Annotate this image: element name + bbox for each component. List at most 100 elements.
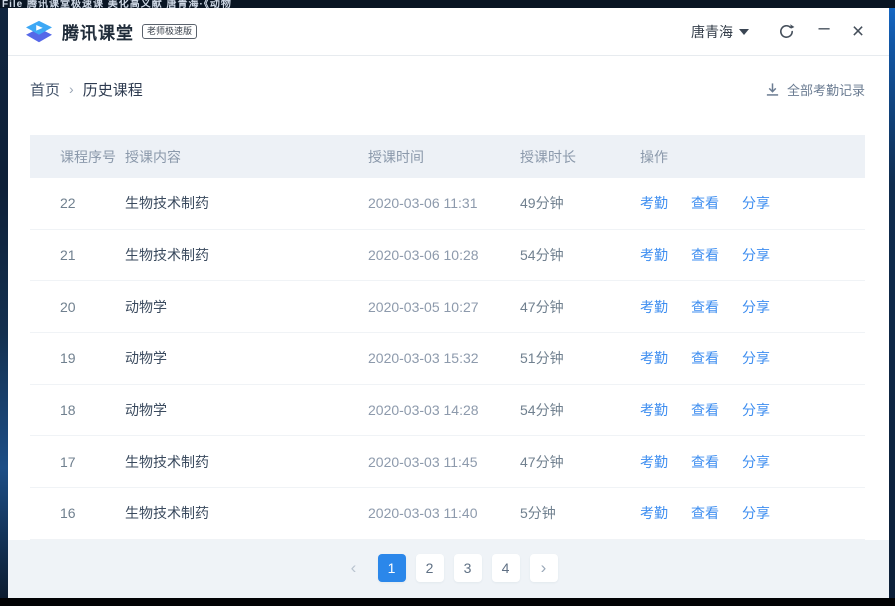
breadcrumb-home[interactable]: 首页 xyxy=(30,79,60,100)
action-attendance-link[interactable]: 考勤 xyxy=(640,245,668,265)
action-attendance-link[interactable]: 考勤 xyxy=(640,503,668,523)
cell-course-no: 17 xyxy=(60,454,125,470)
header-actions: 操作 xyxy=(640,147,865,167)
cell-course-no: 16 xyxy=(60,505,125,521)
pagination: ‹ 1234 › xyxy=(8,554,889,582)
page-button-1[interactable]: 1 xyxy=(378,554,406,582)
minimize-button[interactable]: – xyxy=(809,17,839,47)
cell-actions: 考勤 查看 分享 xyxy=(640,297,865,317)
cell-duration: 51分钟 xyxy=(520,348,640,368)
action-view-link[interactable]: 查看 xyxy=(691,348,719,368)
cell-course-no: 20 xyxy=(60,299,125,315)
table-row: 18动物学2020-03-03 14:2854分钟考勤 查看 分享 xyxy=(30,385,865,437)
table-row: 16生物技术制药2020-03-03 11:405分钟考勤 查看 分享 xyxy=(30,488,865,540)
action-view-link[interactable]: 查看 xyxy=(691,452,719,472)
action-attendance-link[interactable]: 考勤 xyxy=(640,348,668,368)
cell-content: 动物学 xyxy=(125,348,368,368)
all-attendance-records-label: 全部考勤记录 xyxy=(787,80,865,99)
table-body: 22生物技术制药2020-03-06 11:3149分钟考勤查看分享21生物技术… xyxy=(30,178,865,540)
edition-badge: 老师极速版 xyxy=(142,24,197,39)
header-time: 授课时间 xyxy=(368,147,520,167)
chevron-down-icon xyxy=(739,29,749,35)
cell-course-no: 19 xyxy=(60,350,125,366)
cell-content: 生物技术制药 xyxy=(125,503,368,523)
background-window-left-edge xyxy=(0,8,8,598)
cell-content: 生物技术制药 xyxy=(125,245,368,265)
cell-duration: 49分钟 xyxy=(520,193,640,213)
app-title: 腾讯课堂 xyxy=(62,19,134,44)
cell-duration: 54分钟 xyxy=(520,400,640,420)
all-attendance-records-link[interactable]: 全部考勤记录 xyxy=(765,80,865,99)
cell-actions: 考勤 查看 分享 xyxy=(640,193,865,213)
action-view-link[interactable]: 查看 xyxy=(691,503,719,523)
header-course-no: 课程序号 xyxy=(60,147,125,167)
course-table: 课程序号 授课内容 授课时间 授课时长 操作 22生物技术制药2020-03-0… xyxy=(30,135,865,540)
action-view-link[interactable]: 查看 xyxy=(691,297,719,317)
action-view-link[interactable]: 查看 xyxy=(691,245,719,265)
cell-time: 2020-03-03 11:45 xyxy=(368,454,520,470)
background-window-right-edge xyxy=(889,8,895,598)
action-share-link[interactable]: 分享 xyxy=(742,348,770,368)
username: 唐青海 xyxy=(691,22,733,42)
action-attendance-link[interactable]: 考勤 xyxy=(640,400,668,420)
refresh-button[interactable] xyxy=(771,17,801,47)
cell-time: 2020-03-06 10:28 xyxy=(368,247,520,263)
cell-actions: 考勤 查看 分享 xyxy=(640,400,865,420)
background-taskbar-edge xyxy=(0,598,895,606)
cell-course-no: 18 xyxy=(60,402,125,418)
table-row: 21生物技术制药2020-03-06 10:2854分钟考勤 查看 分享 xyxy=(30,230,865,282)
user-menu[interactable]: 唐青海 xyxy=(691,22,749,42)
app-window: 腾讯课堂 老师极速版 唐青海 – × 首页 › 历史课程 xyxy=(8,8,889,598)
action-share-link[interactable]: 分享 xyxy=(742,400,770,420)
titlebar: 腾讯课堂 老师极速版 唐青海 – × xyxy=(8,8,889,56)
breadcrumb-separator-icon: › xyxy=(69,81,74,97)
cell-content: 生物技术制药 xyxy=(125,193,368,213)
page-button-3[interactable]: 3 xyxy=(454,554,482,582)
cell-course-no: 22 xyxy=(60,195,125,211)
cell-actions: 考勤 查看 分享 xyxy=(640,348,865,368)
tencent-classroom-logo-icon xyxy=(24,19,54,45)
action-share-link[interactable]: 分享 xyxy=(742,503,770,523)
cell-duration: 5分钟 xyxy=(520,503,640,523)
action-attendance-link[interactable]: 考勤 xyxy=(640,297,668,317)
action-view-link[interactable]: 查看 xyxy=(691,193,719,213)
previous-page-button[interactable]: ‹ xyxy=(340,554,368,582)
next-page-button[interactable]: › xyxy=(530,554,558,582)
cell-content: 动物学 xyxy=(125,400,368,420)
cell-course-no: 21 xyxy=(60,247,125,263)
breadcrumb-current: 历史课程 xyxy=(83,79,143,100)
table-row: 20动物学2020-03-05 10:2747分钟考勤 查看 分享 xyxy=(30,281,865,333)
action-share-link[interactable]: 分享 xyxy=(742,245,770,265)
screen: File 腾讯课堂极速课 美化高义献 唐青海·《动物 腾讯课堂 老师极速版 唐青… xyxy=(0,0,895,606)
cell-content: 动物学 xyxy=(125,297,368,317)
cell-content: 生物技术制药 xyxy=(125,452,368,472)
table-header-row: 课程序号 授课内容 授课时间 授课时长 操作 xyxy=(30,135,865,178)
table-row: 22生物技术制药2020-03-06 11:3149分钟考勤 查看 分享 xyxy=(30,178,865,230)
cell-time: 2020-03-03 15:32 xyxy=(368,350,520,366)
action-share-link[interactable]: 分享 xyxy=(742,297,770,317)
header-content: 授课内容 xyxy=(125,147,368,167)
table-row: 19动物学2020-03-03 15:3251分钟考勤 查看 分享 xyxy=(30,333,865,385)
download-icon xyxy=(765,82,780,97)
action-share-link[interactable]: 分享 xyxy=(742,452,770,472)
refresh-icon xyxy=(778,23,795,40)
action-attendance-link[interactable]: 考勤 xyxy=(640,452,668,472)
background-window-title: File 腾讯课堂极速课 美化高义献 唐青海·《动物 xyxy=(2,0,232,8)
page-button-2[interactable]: 2 xyxy=(416,554,444,582)
cell-duration: 47分钟 xyxy=(520,297,640,317)
cell-time: 2020-03-05 10:27 xyxy=(368,299,520,315)
cell-time: 2020-03-03 11:40 xyxy=(368,505,520,521)
cell-time: 2020-03-06 11:31 xyxy=(368,195,520,211)
close-button[interactable]: × xyxy=(843,17,873,47)
cell-duration: 54分钟 xyxy=(520,245,640,265)
action-view-link[interactable]: 查看 xyxy=(691,400,719,420)
background-window-titlebar: File 腾讯课堂极速课 美化高义献 唐青海·《动物 xyxy=(0,0,895,8)
page-button-4[interactable]: 4 xyxy=(492,554,520,582)
cell-actions: 考勤 查看 分享 xyxy=(640,245,865,265)
action-share-link[interactable]: 分享 xyxy=(742,193,770,213)
action-attendance-link[interactable]: 考勤 xyxy=(640,193,668,213)
header-duration: 授课时长 xyxy=(520,147,640,167)
cell-actions: 考勤 查看 分享 xyxy=(640,452,865,472)
table-row: 17生物技术制药2020-03-03 11:4547分钟考勤查看分享 xyxy=(30,436,865,488)
cell-time: 2020-03-03 14:28 xyxy=(368,402,520,418)
